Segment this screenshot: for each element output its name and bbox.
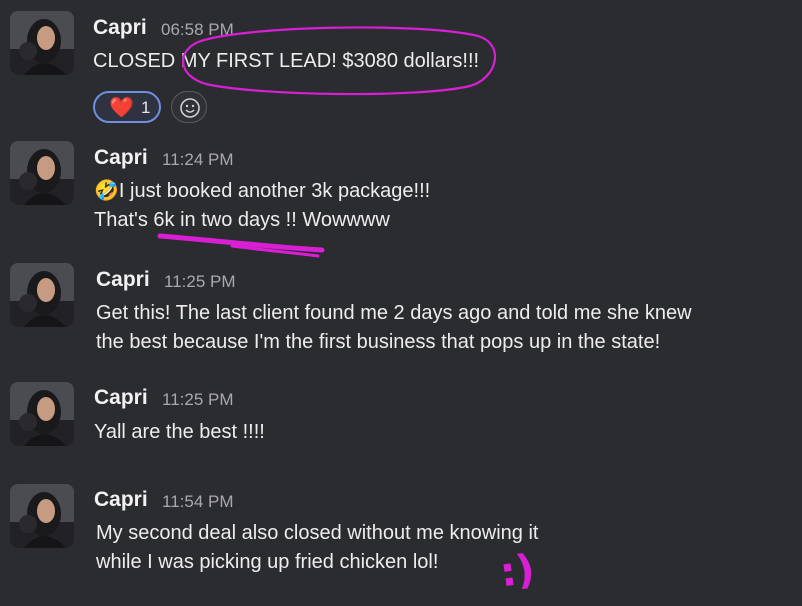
message-text-line-1: Get this! The last client found me 2 day… — [96, 302, 692, 324]
message-text-line-2: That's 6k in two days !! Wowwww — [94, 209, 390, 231]
heart-reaction-button[interactable]: ❤️ 1 — [93, 91, 161, 123]
timestamp: 11:25 PM — [162, 390, 234, 409]
message-text-line-2: the best because I'm the first business … — [96, 331, 661, 353]
add-reaction-button[interactable] — [171, 91, 207, 123]
underline-tail — [230, 244, 320, 258]
sender-name[interactable]: Capri — [94, 488, 148, 512]
avatar[interactable] — [10, 484, 74, 548]
reaction-count: 1 — [141, 98, 151, 117]
message-text: CLOSED MY FIRST LEAD! $3080 dollars!!! — [93, 50, 480, 72]
sender-name[interactable]: Capri — [94, 386, 148, 410]
avatar[interactable] — [10, 11, 74, 75]
avatar[interactable] — [10, 382, 74, 446]
message-text-line-2: while I was picking up fried chicken lol… — [96, 551, 439, 573]
heart-icon: ❤️ — [109, 97, 134, 119]
sender-name[interactable]: Capri — [93, 16, 147, 40]
timestamp: 06:58 PM — [161, 20, 234, 39]
message-text-line-1: My second deal also closed without me kn… — [96, 522, 539, 544]
smiley-add-icon — [180, 98, 200, 118]
message-text-line-1: 🤣I just booked another 3k package!!! — [94, 180, 431, 202]
handwritten-smiley: :) — [497, 546, 537, 596]
highlight-underline — [157, 233, 325, 253]
avatar[interactable] — [10, 141, 74, 205]
sender-name[interactable]: Capri — [96, 268, 150, 292]
avatar[interactable] — [10, 263, 74, 327]
rofl-emoji-icon: 🤣 — [94, 180, 119, 202]
message-text: Yall are the best !!!! — [94, 421, 265, 443]
timestamp: 11:54 PM — [162, 492, 234, 511]
sender-name[interactable]: Capri — [94, 146, 148, 170]
timestamp: 11:24 PM — [162, 150, 234, 169]
timestamp: 11:25 PM — [164, 272, 236, 291]
